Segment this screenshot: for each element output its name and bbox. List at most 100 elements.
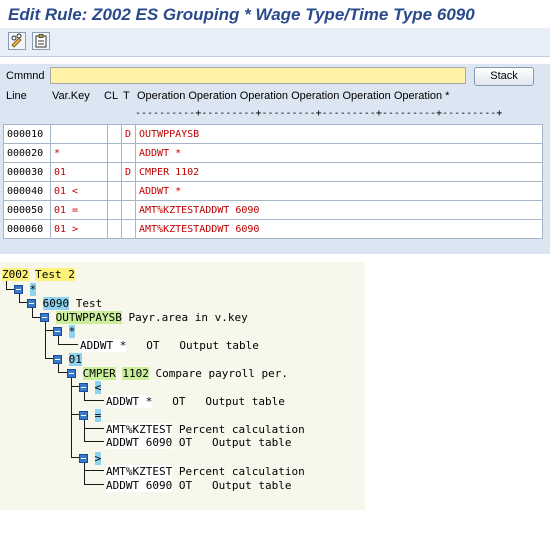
tree-leaf[interactable]: ADDWT 6090 OT Output table — [106, 436, 291, 449]
cl-cell[interactable] — [107, 143, 122, 163]
tree-code: ADDWT * — [106, 395, 153, 408]
tree-code: ADDWT 6090 — [106, 479, 173, 492]
collapse-node-icon[interactable] — [79, 411, 88, 420]
tree-text: Output table — [179, 339, 259, 352]
table-row[interactable]: 000060 01 > AMT%KZTESTADDWT 6090 — [3, 219, 543, 239]
table-row[interactable]: 000030 01 D CMPER 1102 — [3, 162, 543, 182]
varkey-cell[interactable]: * — [50, 143, 108, 163]
tree-node[interactable]: > — [79, 452, 102, 465]
tree-connector — [58, 344, 78, 345]
tree-leaf[interactable]: AMT%KZTEST Percent calculation — [106, 465, 305, 478]
varkey-cell[interactable]: 01 > — [50, 219, 108, 239]
tree-text: Test 2 — [35, 268, 75, 281]
tree-code: AMT%KZTEST — [106, 465, 173, 478]
operation-cell[interactable]: CMPER 1102 — [135, 162, 543, 182]
collapse-node-icon[interactable] — [40, 313, 49, 322]
tree-node[interactable]: < — [79, 381, 102, 394]
command-label: Cmmnd — [6, 70, 45, 82]
cl-cell[interactable] — [107, 124, 122, 144]
operation-cell[interactable]: AMT%KZTESTADDWT 6090 — [135, 200, 543, 220]
tree-code: * — [68, 325, 76, 338]
collapse-node-icon[interactable] — [53, 355, 62, 364]
tree-text: Compare payroll per. — [155, 367, 288, 380]
t-cell[interactable] — [121, 143, 136, 163]
collapse-node-icon[interactable] — [53, 327, 62, 336]
tree-code: 6090 — [42, 297, 70, 310]
tree-text: Output table — [205, 395, 285, 408]
header-t: T — [123, 90, 130, 102]
tree-code: < — [94, 381, 102, 394]
collapse-node-icon[interactable] — [79, 454, 88, 463]
line-number: 000040 — [3, 181, 51, 201]
t-cell[interactable] — [121, 200, 136, 220]
tree-node[interactable]: * — [53, 325, 76, 338]
varkey-cell[interactable]: 01 — [50, 162, 108, 182]
collapse-node-icon[interactable] — [79, 383, 88, 392]
t-cell[interactable]: D — [121, 124, 136, 144]
varkey-cell[interactable]: 01 = — [50, 200, 108, 220]
collapse-node-icon[interactable] — [67, 369, 76, 378]
table-row[interactable]: 000040 01 < ADDWT * — [3, 181, 543, 201]
tree-leaf[interactable]: ADDWT 6090 OT Output table — [106, 479, 291, 492]
tree-node[interactable]: OUTWPPAYSB Payr.area in v.key — [40, 311, 248, 324]
tree-type: OT — [172, 395, 186, 408]
t-cell[interactable] — [121, 219, 136, 239]
tree-node[interactable]: CMPER 1102 Compare payroll per. — [67, 367, 288, 380]
tree-connector — [45, 322, 46, 358]
collapse-node-icon[interactable] — [27, 299, 36, 308]
header-line: Line — [6, 90, 27, 102]
operation-cell[interactable]: AMT%KZTESTADDWT 6090 — [135, 219, 543, 239]
stack-button[interactable]: Stack — [474, 67, 534, 86]
cl-cell[interactable] — [107, 181, 122, 201]
operation-cell[interactable]: ADDWT * — [135, 143, 543, 163]
pencil-glasses-icon[interactable] — [8, 32, 26, 50]
operation-cell[interactable]: ADDWT * — [135, 181, 543, 201]
tree-connector — [84, 428, 104, 429]
tree-node[interactable]: = — [79, 409, 102, 422]
table-row[interactable]: 000020 * ADDWT * — [3, 143, 543, 163]
tree-node[interactable]: 01 — [53, 353, 82, 366]
clipboard-icon[interactable] — [32, 32, 50, 50]
tree-node[interactable]: * — [14, 283, 37, 296]
tree-type: OT — [178, 436, 193, 449]
tree-code: ADDWT 6090 — [106, 436, 173, 449]
table-row[interactable]: 000050 01 = AMT%KZTESTADDWT 6090 — [3, 200, 543, 220]
tree-leaf[interactable]: ADDWT * OT Output table — [80, 339, 259, 352]
line-number: 000010 — [3, 124, 51, 144]
tree-connector — [84, 441, 104, 442]
toolbar — [0, 28, 550, 57]
tree-type: OT — [178, 479, 193, 492]
operation-cell[interactable]: OUTWPPAYSB — [135, 124, 543, 144]
tree-connector — [84, 400, 104, 401]
header-cl: CL — [104, 90, 119, 102]
tree-text: Percent calculation — [178, 465, 305, 478]
tree-text: Payr.area in v.key — [128, 311, 248, 324]
command-input[interactable] — [50, 67, 466, 84]
tree-code: 01 — [68, 353, 82, 366]
table-row[interactable]: 000010 D OUTWPPAYSB — [3, 124, 543, 144]
t-cell[interactable] — [121, 181, 136, 201]
tree-node[interactable]: 6090 Test — [27, 297, 102, 310]
tree-node-root[interactable]: Z002 Test 2 — [2, 268, 75, 281]
column-ruler: ----------+---------+---------+---------… — [135, 108, 503, 119]
cl-cell[interactable] — [107, 162, 122, 182]
cl-cell[interactable] — [107, 219, 122, 239]
tree-code: = — [94, 409, 102, 422]
varkey-cell[interactable]: 01 < — [50, 181, 108, 201]
line-number: 000030 — [3, 162, 51, 182]
t-cell[interactable]: D — [121, 162, 136, 182]
tree-connector — [84, 484, 104, 485]
collapse-node-icon[interactable] — [14, 285, 23, 294]
tree-leaf[interactable]: ADDWT * OT Output table — [106, 395, 285, 408]
tree-text: Output table — [211, 479, 292, 492]
cl-cell[interactable] — [107, 200, 122, 220]
tree-connector — [58, 372, 67, 373]
tree-param: 1102 — [122, 367, 149, 380]
varkey-cell[interactable] — [50, 124, 108, 144]
tree-text: Test — [75, 297, 103, 310]
line-number: 000050 — [3, 200, 51, 220]
tree-code: AMT%KZTEST — [106, 423, 173, 436]
tree-connector — [71, 378, 72, 458]
tree-leaf[interactable]: AMT%KZTEST Percent calculation — [106, 423, 305, 436]
tree-code: * — [29, 283, 37, 296]
